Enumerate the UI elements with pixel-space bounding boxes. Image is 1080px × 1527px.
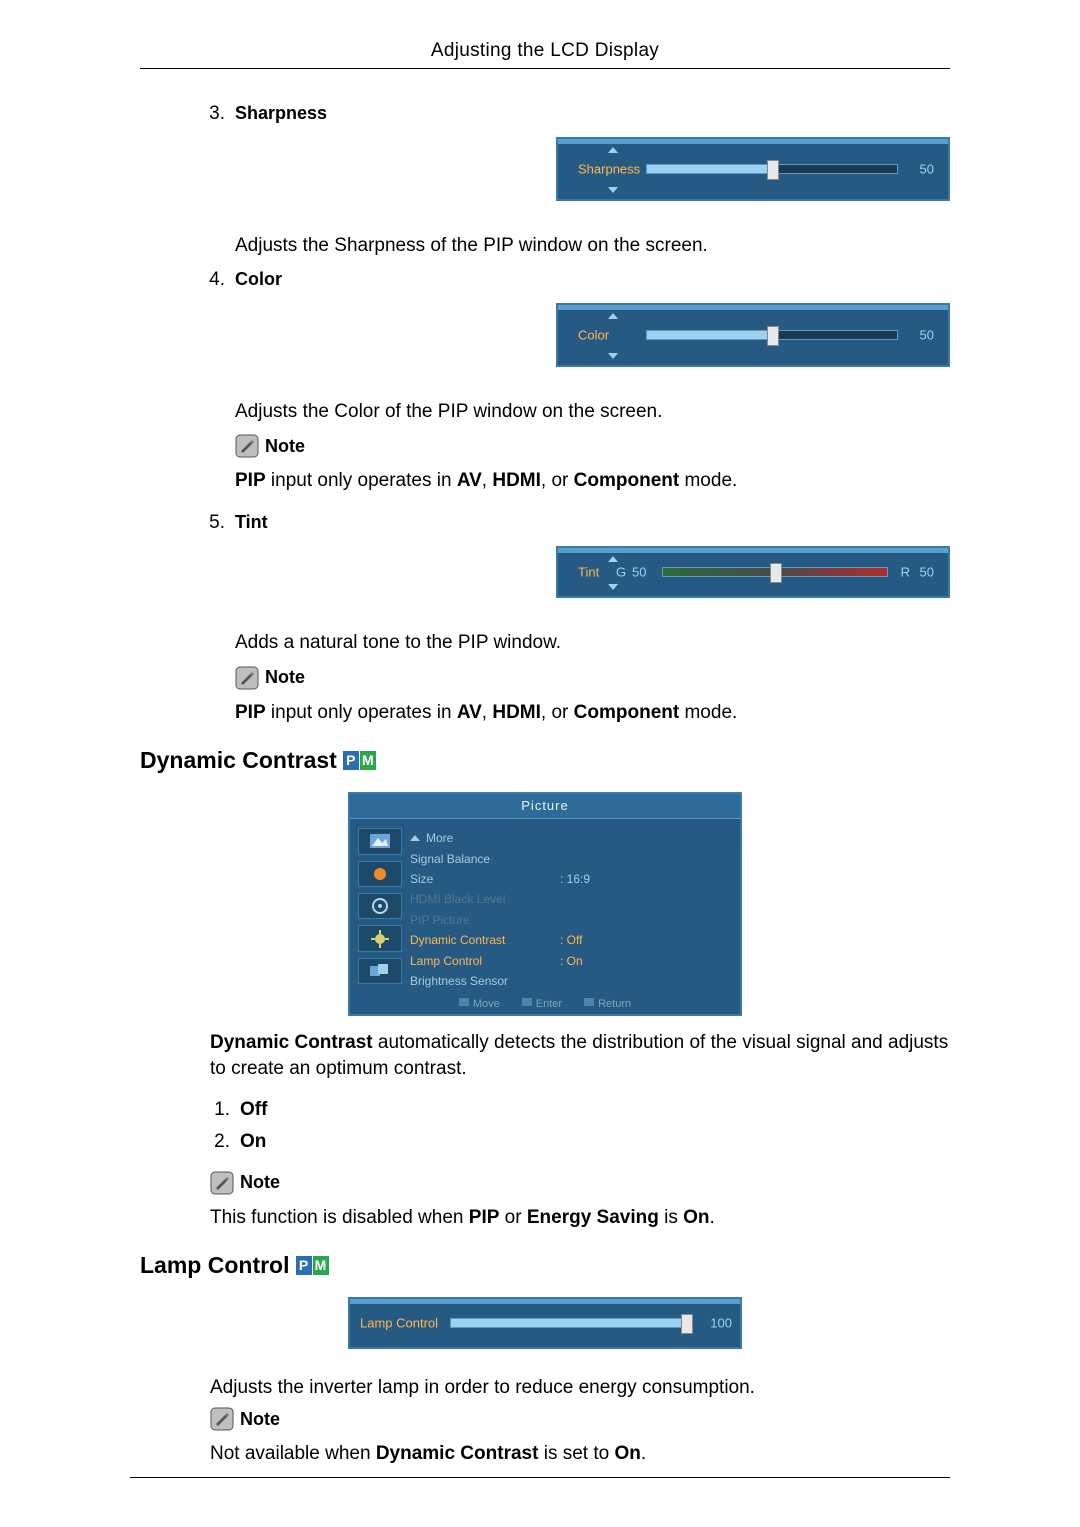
item-heading: Sharpness <box>235 103 950 124</box>
header-divider <box>140 68 950 69</box>
section-dynamic-contrast-heading: Dynamic Contrast PM <box>140 747 950 774</box>
osd-track <box>646 164 898 174</box>
osd-track <box>662 567 888 577</box>
osd-value: 50 <box>920 162 934 177</box>
note-text: Not available when Dynamic Contrast is s… <box>210 1441 950 1467</box>
note-pencil-icon <box>235 666 259 690</box>
note-text: PIP input only operates in AV, HDMI, or … <box>140 468 950 494</box>
item-number: 3. <box>140 103 235 125</box>
item-sharpness: 3. Sharpness <box>140 103 950 125</box>
page-header-title: Adjusting the LCD Display <box>140 40 950 62</box>
tint-g-label: G <box>616 564 626 579</box>
note-label: Note <box>240 1172 280 1193</box>
item-heading: Tint <box>235 512 950 533</box>
menu-gear-icon <box>358 925 402 951</box>
osd-label: Sharpness <box>578 162 640 177</box>
hint-return: Return <box>584 998 631 1010</box>
footer-divider <box>130 1477 950 1478</box>
item-description: Adjusts the Sharpness of the PIP window … <box>140 233 950 259</box>
note-line: Note <box>210 1171 950 1195</box>
note-line: Note <box>140 666 950 690</box>
osd-track <box>450 1318 690 1328</box>
arrow-down-icon <box>608 353 618 359</box>
note-label: Note <box>265 436 305 457</box>
section-lamp-control-heading: Lamp Control PM <box>140 1252 950 1279</box>
osd-menu-row: HDMI Black Level <box>410 889 728 909</box>
item-heading: Color <box>235 269 950 290</box>
osd-menu-sidebar <box>358 828 400 984</box>
osd-tint-slider: Tint G 50 R 50 <box>556 546 950 598</box>
item-color: 4. Color <box>140 269 950 291</box>
arrow-up-icon <box>608 147 618 153</box>
osd-label: Color <box>578 327 609 342</box>
osd-menu-row: Size: 16:9 <box>410 869 728 889</box>
section-description: Dynamic Contrast automatically detects t… <box>210 1030 950 1081</box>
osd-menu-row: PIP Picture <box>410 910 728 930</box>
note-label: Note <box>265 667 305 688</box>
note-pencil-icon <box>210 1171 234 1195</box>
osd-label: Tint <box>578 564 599 579</box>
osd-figure: Picture More Signal Balance Size: 16:9 H… <box>140 788 950 1030</box>
osd-lamp-slider: Lamp Control 100 <box>348 1297 742 1349</box>
osd-menu-row: Brightness Sensor <box>410 971 728 991</box>
note-line: Note <box>210 1407 950 1431</box>
note-pencil-icon <box>210 1407 234 1431</box>
note-pencil-icon <box>235 434 259 458</box>
note-text: PIP input only operates in AV, HDMI, or … <box>140 700 950 726</box>
osd-picture-menu: Picture More Signal Balance Size: 16:9 H… <box>348 792 742 1016</box>
hint-enter: Enter <box>522 998 562 1010</box>
tint-r-value: 50 <box>920 564 934 579</box>
tint-r-label: R <box>901 564 910 579</box>
note-line: Note <box>140 434 950 458</box>
osd-menu-row: Signal Balance <box>410 849 728 869</box>
osd-color-slider: Color 50 <box>556 303 950 367</box>
osd-value: 100 <box>710 1316 732 1331</box>
osd-menu-hints: Move Enter Return <box>350 998 740 1010</box>
osd-figure: Tint G 50 R 50 <box>140 542 950 608</box>
osd-menu-title: Picture <box>350 794 740 819</box>
pm-badge-icon: PM <box>296 1256 329 1275</box>
tint-g-value: 50 <box>632 564 646 579</box>
osd-menu-more: More <box>410 828 728 848</box>
item-description: Adds a natural tone to the PIP window. <box>140 630 950 656</box>
menu-multi-icon <box>358 958 402 984</box>
osd-figure: Lamp Control 100 <box>140 1293 950 1359</box>
item-tint: 5. Tint <box>140 512 950 534</box>
item-number: 5. <box>140 512 235 534</box>
item-description: Adjusts the Color of the PIP window on t… <box>140 399 950 425</box>
hint-move: Move <box>459 998 500 1010</box>
section-description: Adjusts the inverter lamp in order to re… <box>210 1375 950 1401</box>
page: Adjusting the LCD Display 3. Sharpness S… <box>0 0 1080 1527</box>
osd-track <box>646 330 898 340</box>
note-label: Note <box>240 1409 280 1430</box>
pm-badge-icon: PM <box>343 751 376 770</box>
osd-label: Lamp Control <box>360 1316 438 1331</box>
osd-value: 50 <box>920 327 934 342</box>
item-number: 4. <box>140 269 235 291</box>
arrow-up-icon <box>608 313 618 319</box>
arrow-up-icon <box>608 556 618 562</box>
arrow-down-icon <box>608 584 618 590</box>
osd-menu-content: More Signal Balance Size: 16:9 HDMI Blac… <box>410 828 728 984</box>
note-text: This function is disabled when PIP or En… <box>210 1205 950 1231</box>
option-on: 2.On <box>210 1129 950 1155</box>
menu-sound-icon <box>358 861 402 887</box>
osd-menu-row: Dynamic Contrast: Off <box>410 930 728 950</box>
osd-figure: Color 50 <box>140 299 950 377</box>
osd-sharpness-slider: Sharpness 50 <box>556 137 950 201</box>
menu-setup-icon <box>358 893 402 919</box>
option-off: 1.Off <box>210 1097 950 1123</box>
osd-menu-row: Lamp Control: On <box>410 951 728 971</box>
menu-picture-icon <box>358 828 402 854</box>
osd-figure: Sharpness 50 <box>140 133 950 211</box>
arrow-down-icon <box>608 187 618 193</box>
